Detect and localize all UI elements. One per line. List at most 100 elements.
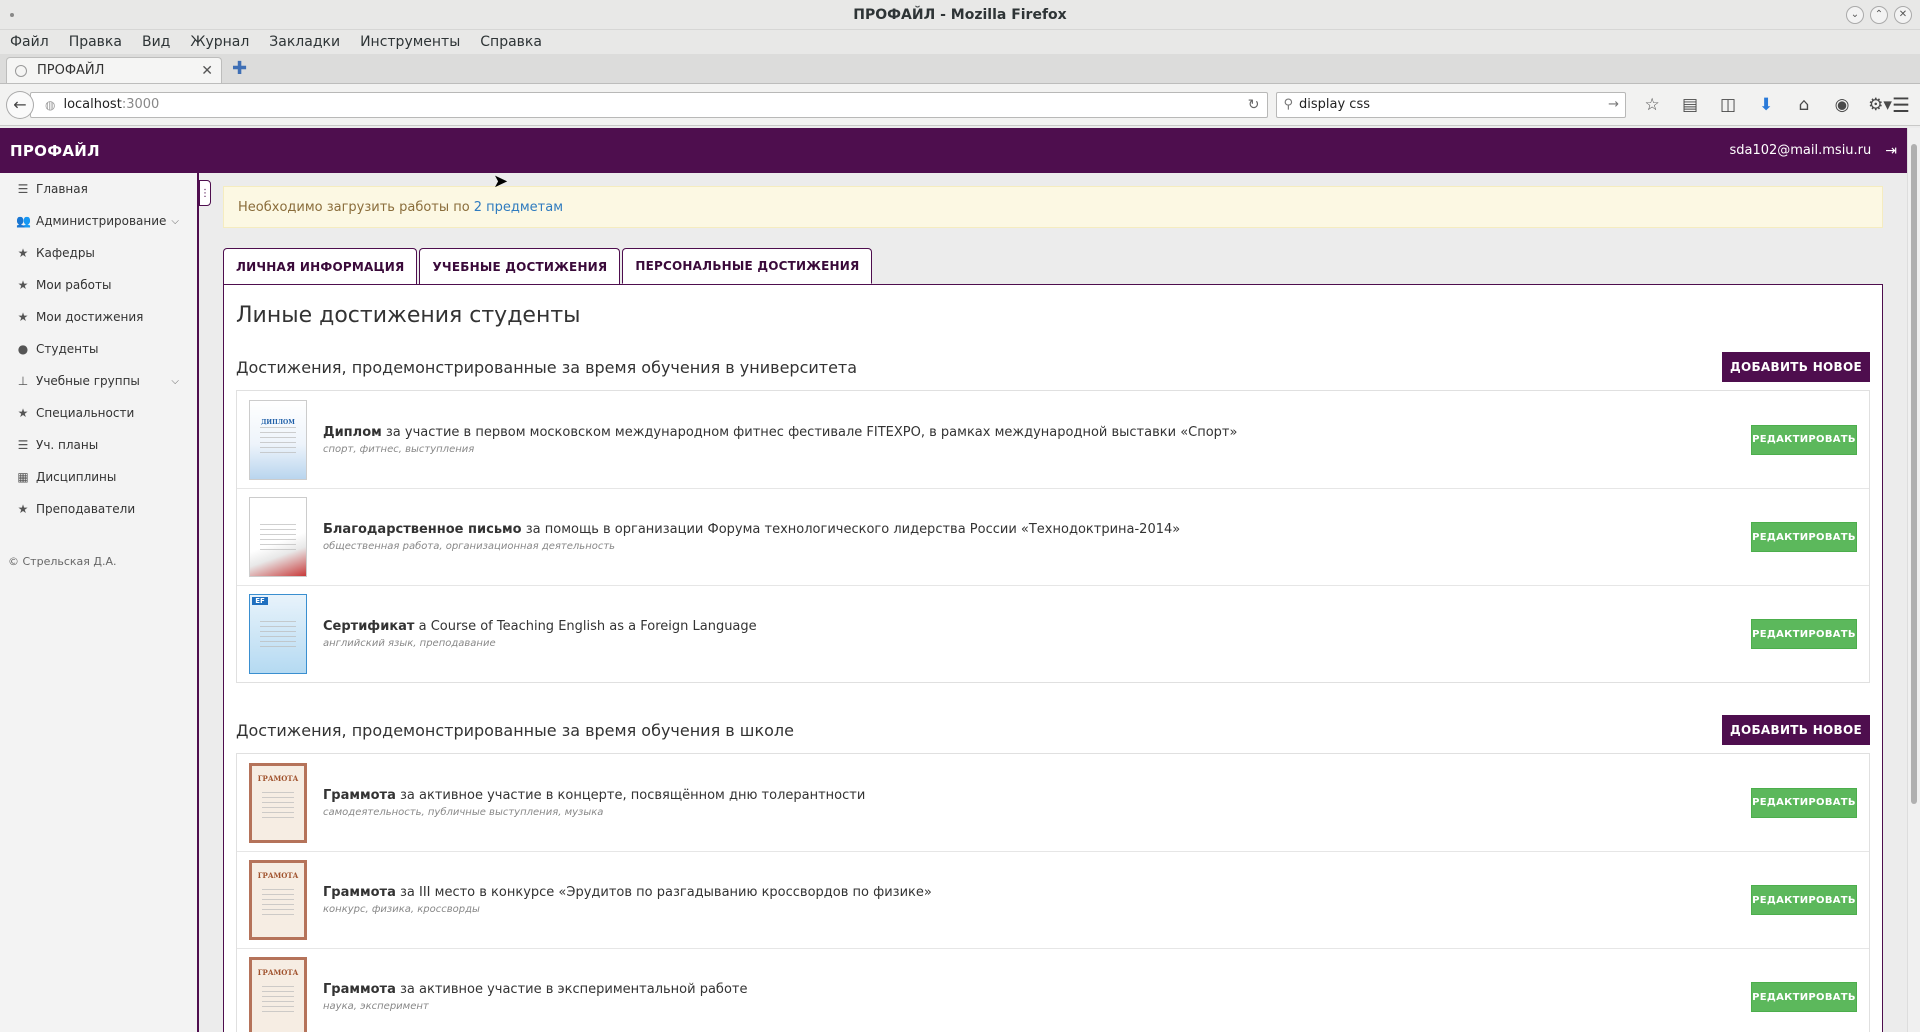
achievement-description: за III место в конкурсе «Эрудитов по раз…	[400, 885, 932, 900]
sidebar-item-administration[interactable]: 👥 Администрирование ⌵	[0, 205, 197, 237]
favicon-icon	[15, 64, 27, 77]
tab-academic-achievements[interactable]: УЧЕБНЫЕ ДОСТИЖЕНИЯ	[419, 248, 621, 284]
app-brand[interactable]: ПРОФАЙЛ	[10, 142, 100, 160]
user-email[interactable]: sda102@mail.msiu.ru	[1729, 143, 1871, 158]
toolbar-icons: ☆ ▤ ◫ ⬇ ⌂ ◉ ⚙▾	[1640, 95, 1892, 115]
window-controls: ⌄ ⌃ ✕	[1846, 6, 1912, 24]
menu-bookmarks[interactable]: Закладки	[263, 34, 346, 50]
star-icon: ★	[17, 246, 29, 260]
add-new-button[interactable]: ДОБАВИТЬ НОВОЕ	[1721, 352, 1870, 382]
sidebar-item-teachers[interactable]: ★ Преподаватели	[0, 493, 197, 525]
sidebar-item-my-achievements[interactable]: ★ Мои достижения	[0, 301, 197, 333]
chevron-down-icon: ⌵	[171, 215, 179, 227]
menu-tools[interactable]: Инструменты	[354, 34, 466, 50]
achievement-row: ГРАМОТА Граммота за активное участие в э…	[237, 948, 1869, 1032]
search-input[interactable]	[1299, 97, 1609, 112]
window-title: ПРОФАЙЛ - Mozilla Firefox	[853, 6, 1067, 23]
maximize-icon[interactable]: ⌃	[1870, 6, 1888, 24]
sidebar-item-disciplines[interactable]: ▦ Дисциплины	[0, 461, 197, 493]
sidebar-item-specialties[interactable]: ★ Специальности	[0, 397, 197, 429]
diploma-thumbnail[interactable]: ДИПЛОМ	[249, 399, 307, 480]
browser-tab[interactable]: ПРОФАЙЛ ✕	[6, 57, 222, 83]
tab-personal-achievements[interactable]: ПЕРСОНАЛЬНЫЕ ДОСТИЖЕНИЯ	[622, 248, 873, 284]
mouse-cursor-icon: ➤	[493, 171, 509, 192]
hamburger-menu-icon[interactable]: ☰	[1892, 93, 1910, 117]
certificate-thumbnail[interactable]: EF	[249, 594, 307, 674]
pocket-icon[interactable]: ◫	[1716, 95, 1740, 115]
sidebar-item-my-works[interactable]: ★ Мои работы	[0, 269, 197, 301]
achievement-list: ДИПЛОМ Диплом за участие в первом москов…	[236, 390, 1870, 683]
achievement-row: Благодарственное письмо за помощь в орга…	[237, 488, 1869, 585]
chat-icon[interactable]: ◉	[1830, 95, 1854, 115]
achievements-panel: Линые достижения студенты Достижения, пр…	[223, 284, 1883, 1032]
menu-edit[interactable]: Правка	[63, 34, 128, 50]
sidebar-item-label: Администрирование	[36, 214, 167, 228]
thumb-label: ДИПЛОМ	[261, 418, 295, 426]
page-scrollbar[interactable]	[1907, 128, 1920, 1032]
sidebar-item-students[interactable]: ● Студенты	[0, 333, 197, 365]
page-title: Линые достижения студенты	[236, 303, 581, 328]
achievement-row: EF Сертификат a Course of Teaching Engli…	[237, 585, 1869, 682]
gramota-thumbnail[interactable]: ГРАМОТА	[249, 860, 307, 940]
gramota-thumbnail[interactable]: ГРАМОТА	[249, 762, 307, 843]
profile-tabs: ЛИЧНАЯ ИНФОРМАЦИЯ УЧЕБНЫЕ ДОСТИЖЕНИЯ ПЕР…	[223, 248, 1883, 284]
achievement-type: Благодарственное письмо	[323, 522, 522, 537]
section-title: Достижения, продемонстрированные за врем…	[236, 357, 858, 377]
achievement-type: Граммота	[323, 787, 396, 803]
search-bar[interactable]: ⚲ →	[1276, 91, 1627, 118]
window-menu-dot[interactable]	[10, 13, 14, 17]
search-go-icon[interactable]: →	[1608, 97, 1619, 112]
tab-personal-info[interactable]: ЛИЧНАЯ ИНФОРМАЦИЯ	[223, 248, 418, 284]
sidebar-item-departments[interactable]: ★ Кафедры	[0, 237, 197, 269]
sidebar-item-label: Преподаватели	[36, 502, 136, 516]
site-info-icon[interactable]: ◍	[45, 98, 55, 112]
url-bar[interactable]: ◍ localhost:3000 ↻	[29, 91, 1269, 118]
upload-alert: Необходимо загрузить работы по 2 предмет…	[223, 186, 1883, 228]
edit-button[interactable]: РЕДАКТИРОВАТЬ	[1751, 424, 1857, 455]
copyright: © Стрельская Д.А.	[8, 555, 117, 568]
reload-icon[interactable]: ↻	[1248, 97, 1260, 113]
chevron-down-icon: ⌵	[171, 375, 179, 387]
edit-button[interactable]: РЕДАКТИРОВАТЬ	[1751, 982, 1857, 1012]
edit-button[interactable]: РЕДАКТИРОВАТЬ	[1751, 619, 1857, 649]
alert-subjects-link[interactable]: 2 предметам	[474, 200, 563, 215]
achievement-description: за помощь в организации Форума технологи…	[525, 522, 1181, 537]
url-port: :3000	[121, 97, 160, 112]
sidebar-collapse-handle[interactable]: ⋮	[199, 180, 211, 206]
sidebar-item-study-plans[interactable]: ☰ Уч. планы	[0, 429, 197, 461]
download-icon[interactable]: ⬇	[1754, 95, 1778, 115]
browser-tab-title: ПРОФАЙЛ	[37, 63, 105, 78]
edit-button[interactable]: РЕДАКТИРОВАТЬ	[1751, 787, 1857, 818]
menu-file[interactable]: Файл	[4, 34, 55, 50]
list-icon: ☰	[17, 438, 29, 452]
bookmarks-list-icon[interactable]: ▤	[1678, 95, 1702, 115]
users-icon: 👥	[16, 214, 31, 228]
close-icon[interactable]: ✕	[1894, 6, 1912, 24]
sidebar-item-study-groups[interactable]: ⊥ Учебные группы ⌵	[0, 365, 197, 397]
app-header: ПРОФАЙЛ sda102@mail.msiu.ru ⇥	[0, 128, 1907, 173]
sitemap-icon: ⊥	[17, 374, 29, 388]
home-icon[interactable]: ⌂	[1792, 95, 1816, 115]
back-icon[interactable]: ←	[6, 90, 34, 119]
search-icon: ⚲	[1283, 97, 1293, 112]
gramota-thumbnail[interactable]: ГРАМОТА	[249, 957, 307, 1032]
section-title: Достижения, продемонстрированные за врем…	[236, 720, 794, 740]
menu-bar: Файл Правка Вид Журнал Закладки Инструме…	[0, 30, 1920, 54]
new-tab-icon[interactable]: ✚	[232, 58, 247, 79]
letter-thumbnail[interactable]	[249, 497, 307, 577]
add-new-button[interactable]: ДОБАВИТЬ НОВОЕ	[1721, 715, 1870, 745]
edit-button[interactable]: РЕДАКТИРОВАТЬ	[1751, 522, 1857, 552]
sidebar-item-home[interactable]: ☰ Главная	[0, 173, 197, 205]
scrollbar-thumb[interactable]	[1911, 144, 1917, 804]
bookmark-star-icon[interactable]: ☆	[1640, 95, 1664, 115]
edit-button[interactable]: РЕДАКТИРОВАТЬ	[1751, 885, 1857, 915]
logout-icon[interactable]: ⇥	[1885, 143, 1897, 159]
thumb-label: ГРАМОТА	[257, 968, 299, 977]
achievement-description: за участие в первом московском междунаро…	[385, 424, 1238, 440]
tab-close-icon[interactable]: ✕	[201, 63, 213, 79]
menu-view[interactable]: Вид	[136, 34, 176, 50]
menu-history[interactable]: Журнал	[184, 34, 255, 50]
menu-help[interactable]: Справка	[474, 34, 548, 50]
extension-icon[interactable]: ⚙▾	[1868, 95, 1892, 115]
minimize-icon[interactable]: ⌄	[1846, 6, 1864, 24]
